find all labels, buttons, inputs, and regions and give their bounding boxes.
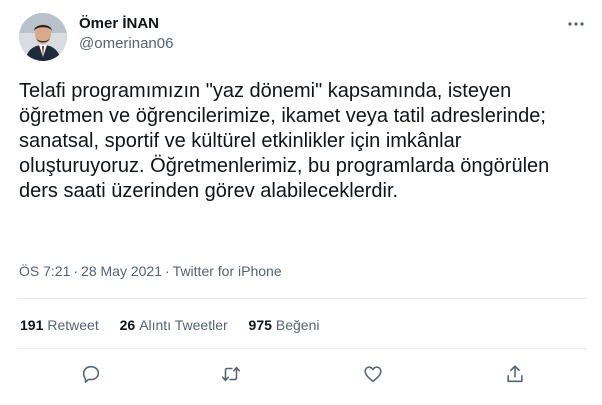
- retweets-stat[interactable]: 191 Retweet: [20, 315, 99, 335]
- divider: [17, 348, 587, 349]
- likes-stat[interactable]: 975 Beğeni: [249, 315, 320, 335]
- divider: [17, 298, 587, 299]
- tweet-source[interactable]: Twitter for iPhone: [173, 263, 282, 279]
- retweet-icon: [221, 366, 241, 382]
- tweet-stats: 191 Retweet 26 Alıntı Tweetler 975 Beğeni: [20, 315, 336, 335]
- quotes-label: Alıntı Tweetler: [139, 317, 228, 333]
- tweet-card: Ömer İNAN @omerinan06 Telafi programımız…: [0, 0, 602, 405]
- quotes-stat[interactable]: 26 Alıntı Tweetler: [120, 315, 228, 335]
- action-bar: [0, 362, 602, 388]
- likes-label: Beğeni: [275, 317, 320, 333]
- heart-icon: [364, 366, 382, 383]
- retweet-button[interactable]: [219, 362, 243, 386]
- retweets-label: Retweet: [47, 317, 99, 333]
- more-dots-icon[interactable]: [566, 16, 586, 32]
- likes-count: 975: [248, 317, 272, 333]
- reply-button[interactable]: [79, 362, 103, 386]
- tweet-date[interactable]: 28 May 2021: [81, 263, 162, 279]
- quotes-count: 26: [119, 317, 136, 333]
- reply-icon: [82, 365, 100, 384]
- avatar[interactable]: [19, 13, 67, 61]
- meta-separator: ·: [73, 263, 79, 279]
- tweet-meta: ÖS 7:21 · 28 May 2021 · Twitter for iPhone: [19, 262, 282, 280]
- retweets-count: 191: [20, 317, 44, 333]
- tweet-time[interactable]: ÖS 7:21: [19, 263, 70, 279]
- like-button[interactable]: [361, 362, 385, 386]
- avatar-image: [19, 13, 67, 61]
- author-handle[interactable]: @omerinan06: [79, 35, 173, 53]
- tweet-text: Telafi programımızın "yaz dönemi" kapsam…: [19, 80, 550, 202]
- share-button[interactable]: [503, 362, 527, 386]
- meta-separator: ·: [165, 263, 170, 279]
- share-icon: [507, 365, 523, 383]
- author-name[interactable]: Ömer İNAN: [79, 15, 159, 33]
